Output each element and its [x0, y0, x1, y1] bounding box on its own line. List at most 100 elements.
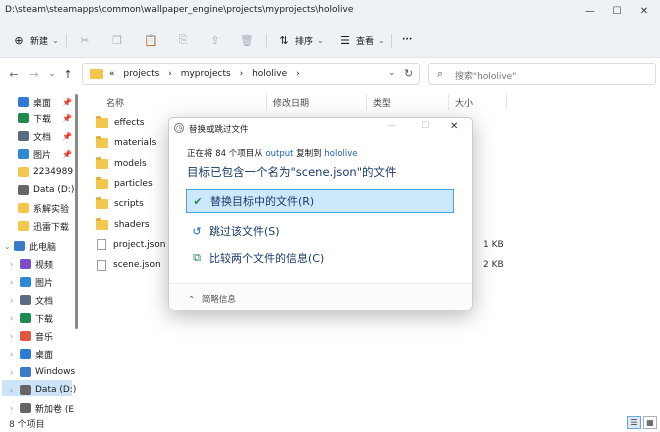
- expand-chevron-icon[interactable]: ›: [10, 386, 20, 395]
- music-icon: [20, 331, 31, 341]
- share-button[interactable]: ⇪: [208, 30, 222, 50]
- file-row[interactable]: particles: [96, 175, 153, 193]
- file-row[interactable]: scene.json: [96, 256, 161, 274]
- sidebar-item-label: 视频: [35, 260, 54, 271]
- sidebar-item[interactable]: › 图片: [10, 274, 53, 290]
- file-name: scene.json: [113, 260, 161, 271]
- sidebar-item[interactable]: › 下载: [10, 310, 53, 326]
- sidebar-item[interactable]: › 视频: [10, 256, 53, 272]
- file-row[interactable]: effects: [96, 114, 144, 132]
- sidebar-item[interactable]: 2234989: [8, 164, 73, 180]
- close-dialog-button[interactable]: ✕: [450, 121, 458, 132]
- source-folder-link[interactable]: output: [265, 149, 293, 159]
- toolbar-divider: [266, 34, 267, 48]
- expand-chevron-icon[interactable]: ›: [10, 314, 20, 323]
- column-header-name[interactable]: 名称: [106, 96, 124, 109]
- folder-icon: [96, 156, 108, 169]
- expand-chevron-icon[interactable]: ›: [10, 296, 20, 305]
- sidebar-item[interactable]: 下载 📌: [8, 110, 72, 126]
- file-row[interactable]: models: [96, 155, 147, 173]
- sidebar-item[interactable]: 文档 📌: [8, 128, 72, 144]
- destination-folder-link[interactable]: hololive: [324, 149, 357, 159]
- expand-chevron-icon[interactable]: ›: [10, 260, 20, 269]
- breadcrumb-separator[interactable]: ›: [296, 69, 300, 79]
- search-input[interactable]: 搜索"hololive": [455, 69, 516, 82]
- sidebar-scrollbar[interactable]: [75, 94, 78, 329]
- maximize-button[interactable]: ☐: [421, 121, 429, 131]
- file-name: particles: [114, 178, 153, 189]
- expand-chevron-icon[interactable]: ›: [10, 332, 20, 341]
- breadcrumb-hololive[interactable]: hololive: [252, 69, 287, 79]
- recent-locations-button[interactable]: ⌄: [44, 66, 60, 82]
- expand-chevron-icon[interactable]: ›: [10, 278, 20, 287]
- column-header-type[interactable]: 类型: [373, 96, 391, 109]
- column-divider[interactable]: [266, 94, 267, 110]
- pin-icon: 📌: [62, 131, 72, 141]
- sidebar-item-label: 下载: [35, 314, 54, 325]
- sidebar-item[interactable]: ⌄ 此电脑: [4, 238, 56, 254]
- expand-chevron-icon[interactable]: ›: [10, 404, 20, 413]
- view-button[interactable]: ☰ 查看 ⌄: [338, 30, 385, 50]
- sidebar-item[interactable]: Data (D:): [8, 182, 74, 198]
- breadcrumb-separator[interactable]: ›: [168, 69, 172, 79]
- sidebar-item[interactable]: › 音乐: [10, 328, 53, 344]
- dialog-heading: 目标已包含一个名为"scene.json"的文件: [187, 165, 397, 179]
- back-button[interactable]: ←: [6, 66, 22, 82]
- column-divider[interactable]: [366, 94, 367, 110]
- expand-chevron-icon[interactable]: ›: [10, 350, 20, 359]
- replace-files-option[interactable]: ✔ 替换目标中的文件(R): [186, 189, 454, 213]
- more-options-button[interactable]: ···: [402, 30, 412, 50]
- new-label: 新建: [30, 36, 49, 47]
- column-divider[interactable]: [506, 94, 507, 110]
- rename-button[interactable]: ⎘: [176, 30, 190, 50]
- sidebar-item[interactable]: › 文档: [10, 292, 53, 308]
- chevron-down-icon[interactable]: ⌄: [388, 68, 396, 78]
- delete-button[interactable]: 🗑: [240, 30, 254, 50]
- sidebar-item[interactable]: 桌面 📌: [8, 94, 72, 110]
- breadcrumb-separator[interactable]: ›: [240, 69, 244, 79]
- breadcrumb-myprojects[interactable]: myprojects: [181, 69, 231, 79]
- close-window-button[interactable]: ✕: [634, 3, 654, 19]
- fewer-details-toggle[interactable]: ⌃ 简略信息: [188, 293, 236, 305]
- file-size: 2 KB: [483, 260, 504, 271]
- rename-icon: ⎘: [178, 33, 188, 46]
- address-bar[interactable]: « projects › myprojects › hololive › ⌄ ↻: [82, 63, 420, 85]
- skip-file-option[interactable]: ↺ 跳过该文件(S): [186, 219, 454, 243]
- sidebar-item[interactable]: › Windows: [10, 364, 75, 380]
- folder-icon: [96, 136, 108, 149]
- sidebar-item[interactable]: 图片 📌: [8, 146, 72, 162]
- expand-chevron-icon[interactable]: ⌄: [4, 242, 14, 251]
- compare-files-option[interactable]: ⧉ 比较两个文件的信息(C): [186, 246, 454, 270]
- column-header-size[interactable]: 大小: [455, 96, 473, 109]
- forward-button[interactable]: →: [26, 66, 42, 82]
- breadcrumb-projects[interactable]: projects: [123, 69, 159, 79]
- copy-button[interactable]: ❐: [110, 30, 124, 50]
- breadcrumb: « projects › myprojects › hololive ›: [109, 69, 306, 79]
- up-button[interactable]: ↑: [60, 66, 76, 82]
- sidebar-item[interactable]: › 桌面: [10, 346, 53, 362]
- minimize-button[interactable]: —: [387, 121, 396, 131]
- maximize-button[interactable]: ☐: [607, 3, 627, 19]
- tiles-view-button[interactable]: ▦: [643, 416, 657, 429]
- expand-chevron-icon[interactable]: ›: [10, 368, 20, 377]
- minimize-button[interactable]: —: [580, 3, 600, 19]
- file-row[interactable]: materials: [96, 134, 156, 152]
- column-header-date[interactable]: 修改日期: [273, 96, 309, 109]
- sort-button[interactable]: ⇅ 排序 ⌄: [277, 30, 323, 50]
- details-view-button[interactable]: ☰: [627, 416, 641, 429]
- dialog-title: 替换或跳过文件: [189, 125, 249, 135]
- file-row[interactable]: scripts: [96, 195, 144, 213]
- sidebar-item[interactable]: 迅雷下载: [8, 218, 69, 234]
- new-button[interactable]: ⊕ 新建 ⌄: [12, 30, 58, 50]
- share-icon: ⇪: [210, 33, 220, 47]
- refresh-icon[interactable]: ↻: [404, 67, 413, 80]
- cut-button[interactable]: ✂: [78, 30, 92, 50]
- file-row[interactable]: shaders: [96, 216, 150, 234]
- paste-button[interactable]: 📋: [144, 30, 158, 50]
- file-row[interactable]: project.json: [96, 236, 166, 254]
- breadcrumb-overflow[interactable]: «: [109, 69, 115, 79]
- sidebar-item[interactable]: › Data (D:): [10, 382, 76, 398]
- column-divider[interactable]: [448, 94, 449, 110]
- sidebar-item[interactable]: 系解实验: [8, 200, 69, 216]
- search-box[interactable]: ⌕ 搜索"hololive": [428, 63, 656, 85]
